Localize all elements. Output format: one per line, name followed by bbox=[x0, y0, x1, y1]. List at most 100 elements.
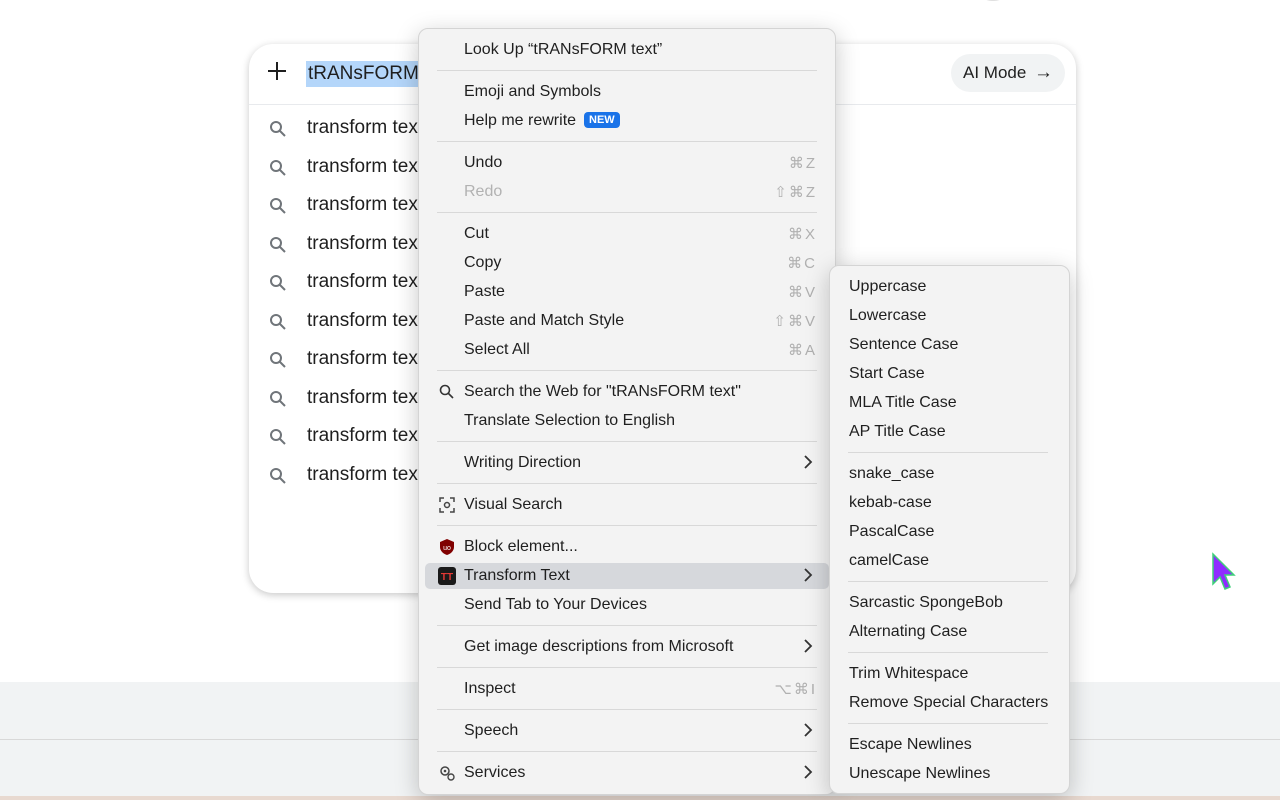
menu-item-undo[interactable]: Undo ⌘Z bbox=[425, 150, 829, 176]
menu-item-label: Inspect bbox=[464, 680, 516, 697]
menu-item-emoji[interactable]: Emoji and Symbols bbox=[425, 79, 829, 105]
menu-item-writing-direction[interactable]: Writing Direction bbox=[425, 450, 829, 476]
suggestion-text: transform tex bbox=[307, 194, 418, 215]
suggestion-text: transform tex bbox=[307, 463, 418, 485]
menu-item-translate[interactable]: Translate Selection to English bbox=[425, 408, 829, 434]
shortcut: ⌘Z bbox=[788, 155, 817, 172]
menu-divider bbox=[437, 70, 817, 71]
menu-item-search-web[interactable]: Search the Web for "tRANsFORM text" bbox=[425, 379, 829, 405]
menu-item-visual-search[interactable]: Visual Search bbox=[425, 492, 829, 518]
submenu-item-remove-special[interactable]: Remove Special Characters bbox=[836, 690, 1063, 716]
submenu-item-mla-title-case[interactable]: MLA Title Case bbox=[836, 390, 1063, 416]
menu-item-label: Select All bbox=[464, 341, 530, 358]
search-icon bbox=[270, 390, 286, 407]
menu-item-select-all[interactable]: Select All ⌘A bbox=[425, 337, 829, 363]
submenu-item-pascal-case[interactable]: PascalCase bbox=[836, 519, 1063, 545]
gear-icon bbox=[440, 766, 455, 781]
submenu-item-label: AP Title Case bbox=[849, 423, 946, 440]
menu-item-redo: Redo ⇧⌘Z bbox=[425, 179, 829, 205]
menu-divider bbox=[437, 625, 817, 626]
suggestion-text: transform tex bbox=[307, 155, 418, 177]
submenu-item-label: camelCase bbox=[849, 552, 930, 569]
menu-item-label: Visual Search bbox=[464, 496, 563, 513]
submenu-item-label: Sarcastic SpongeBob bbox=[849, 594, 1003, 611]
menu-divider bbox=[437, 709, 817, 710]
menu-item-transform-text[interactable]: TT Transform Text bbox=[425, 563, 829, 589]
ai-mode-button[interactable]: AI Mode → bbox=[951, 54, 1065, 92]
menu-divider bbox=[437, 441, 817, 442]
menu-item-label: Get image descriptions from Microsoft bbox=[464, 638, 734, 655]
chevron-right-icon bbox=[804, 455, 813, 469]
menu-item-image-descriptions[interactable]: Get image descriptions from Microsoft bbox=[425, 634, 829, 660]
submenu-item-label: Uppercase bbox=[849, 278, 927, 295]
submenu-item-label: Start Case bbox=[849, 365, 925, 382]
submenu-item-label: PascalCase bbox=[849, 523, 935, 540]
submenu-divider bbox=[848, 581, 1048, 582]
submenu-item-camel-case[interactable]: camelCase bbox=[836, 548, 1063, 574]
menu-item-services[interactable]: Services bbox=[425, 760, 829, 786]
arrow-right-icon: → bbox=[1034, 62, 1053, 83]
chevron-right-icon bbox=[804, 723, 813, 737]
submenu-item-unescape-newlines[interactable]: Unescape Newlines bbox=[836, 761, 1063, 787]
help-rewrite-label: Help me rewrite bbox=[464, 112, 577, 129]
submenu-item-label: MLA Title Case bbox=[849, 394, 957, 411]
ai-mode-label: AI Mode bbox=[963, 63, 1027, 82]
submenu-item-sentence-case[interactable]: Sentence Case bbox=[836, 332, 1063, 358]
submenu-divider bbox=[848, 723, 1048, 724]
submenu-item-kebab-case[interactable]: kebab-case bbox=[836, 490, 1063, 516]
svg-text:uo: uo bbox=[443, 545, 451, 552]
submenu-item-ap-title-case[interactable]: AP Title Case bbox=[836, 419, 1063, 445]
new-badge: NEW bbox=[584, 112, 620, 128]
menu-item-paste-match[interactable]: Paste and Match Style ⇧⌘V bbox=[425, 308, 829, 334]
chevron-right-icon bbox=[804, 639, 813, 653]
menu-divider bbox=[437, 667, 817, 668]
suggestion-text: transform tex bbox=[307, 309, 418, 331]
submenu-item-trim-whitespace[interactable]: Trim Whitespace bbox=[836, 661, 1063, 687]
menu-item-copy[interactable]: Copy ⌘C bbox=[425, 250, 829, 276]
search-icon bbox=[270, 429, 286, 445]
submenu-item-sarcastic-spongebob[interactable]: Sarcastic SpongeBob bbox=[836, 590, 1063, 616]
menu-divider bbox=[437, 525, 817, 526]
menu-item-label: Services bbox=[464, 764, 526, 781]
chevron-right-icon bbox=[804, 765, 813, 779]
menu-item-look-up[interactable]: Look Up “tRANsFORM text” bbox=[425, 37, 829, 63]
search-icon bbox=[439, 384, 454, 399]
menu-item-label: Look Up “tRANsFORM text” bbox=[464, 41, 663, 58]
submenu-item-alternating-case[interactable]: Alternating Case bbox=[836, 619, 1063, 645]
menu-divider bbox=[437, 751, 817, 752]
visual-search-icon bbox=[439, 497, 455, 513]
submenu-item-lowercase[interactable]: Lowercase bbox=[836, 303, 1063, 329]
menu-item-send-tab[interactable]: Send Tab to Your Devices bbox=[425, 592, 829, 618]
suggestion-text: transform tex bbox=[307, 348, 418, 369]
menu-divider bbox=[437, 141, 817, 142]
submenu-item-escape-newlines[interactable]: Escape Newlines bbox=[836, 732, 1063, 758]
search-input[interactable]: tRANsFORM bbox=[306, 61, 421, 87]
search-icon bbox=[270, 352, 286, 368]
chevron-right-icon bbox=[804, 568, 813, 582]
submenu-item-label: Sentence Case bbox=[849, 336, 959, 353]
shortcut: ⌘V bbox=[787, 284, 817, 301]
search-icon bbox=[270, 121, 286, 137]
plus-icon[interactable] bbox=[266, 60, 288, 82]
menu-item-paste[interactable]: Paste ⌘V bbox=[425, 279, 829, 305]
submenu-item-label: snake_case bbox=[849, 465, 935, 482]
menu-item-label: Speech bbox=[464, 722, 519, 739]
submenu-item-uppercase[interactable]: Uppercase bbox=[836, 274, 1063, 300]
menu-item-help-rewrite[interactable]: Help me rewrite NEW bbox=[425, 108, 829, 134]
menu-item-inspect[interactable]: Inspect ⌥⌘I bbox=[425, 676, 829, 702]
search-icon bbox=[270, 313, 286, 330]
submenu-item-start-case[interactable]: Start Case bbox=[836, 361, 1063, 387]
menu-item-label: Copy bbox=[464, 254, 502, 271]
submenu-item-label: Alternating Case bbox=[849, 623, 968, 640]
submenu-item-snake-case[interactable]: snake_case bbox=[836, 461, 1063, 487]
menu-item-speech[interactable]: Speech bbox=[425, 718, 829, 744]
menu-item-label: Writing Direction bbox=[464, 454, 582, 471]
menu-item-cut[interactable]: Cut ⌘X bbox=[425, 221, 829, 247]
ublock-shield-icon: uo bbox=[440, 539, 454, 555]
menu-item-label: Help me rewrite NEW bbox=[464, 112, 620, 130]
shortcut: ⌘C bbox=[787, 255, 817, 272]
menu-item-label: Undo bbox=[464, 154, 503, 171]
menu-item-block-element[interactable]: uo Block element... bbox=[425, 534, 829, 560]
menu-divider bbox=[437, 370, 817, 371]
submenu-divider bbox=[848, 452, 1048, 453]
